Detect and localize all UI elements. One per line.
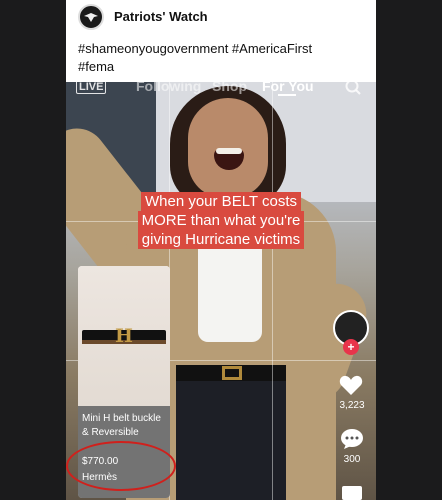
live-button[interactable]: LIVE [76,82,107,94]
meme-caption-line1: When your BELT costs [140,192,301,211]
product-name: Mini H belt buckle & Reversible [82,412,168,440]
like-count: 3,223 [339,400,365,411]
social-post: Patriots' Watch #shameonyougovernment #A… [66,0,376,500]
worn-belt-buckle [222,366,242,380]
price-annotation-circle [66,441,176,491]
left-backdrop [0,0,66,500]
author-avatar[interactable] [78,4,104,30]
caption-hashtags-line1[interactable]: #shameonyougovernment #AmericaFirst [78,40,368,58]
tab-following[interactable]: Following [136,82,201,94]
h-buckle-icon: H [115,325,133,347]
video-screenshot: LIVE Following Shop For You When your BE… [66,82,376,500]
action-rail: + 3,223 300 [332,310,372,500]
meme-caption-line3: giving Hurricane victims [137,230,305,249]
heart-icon[interactable] [339,374,363,396]
tab-shop[interactable]: Shop [212,82,247,94]
meme-caption: When your BELT costs MORE than what you'… [128,192,314,249]
caption-hashtags-line2[interactable]: #fema [78,58,368,76]
author-name[interactable]: Patriots' Watch [114,9,208,24]
search-icon[interactable] [344,82,362,96]
share-icon[interactable] [342,486,362,500]
eagle-logo-icon [84,13,98,22]
dark-pants [176,367,286,500]
product-name-line2: & Reversible [82,427,139,438]
meme-caption-line2: MORE than what you're [137,211,305,230]
right-backdrop [376,0,442,500]
post-header: Patriots' Watch #shameonyougovernment #A… [66,0,376,82]
grid-line [272,82,273,500]
post-caption: #shameonyougovernment #AmericaFirst #fem… [78,40,368,76]
comment-icon[interactable] [340,428,364,450]
product-name-line1: Mini H belt buckle [82,413,161,424]
video-top-nav: LIVE Following Shop For You [66,82,376,98]
teeth [216,148,242,154]
product-image[interactable]: H [78,266,170,406]
tab-for-you[interactable]: For You [262,82,314,94]
active-tab-indicator [278,94,296,96]
comment-count: 300 [343,454,361,465]
follow-plus-button[interactable]: + [343,339,359,355]
